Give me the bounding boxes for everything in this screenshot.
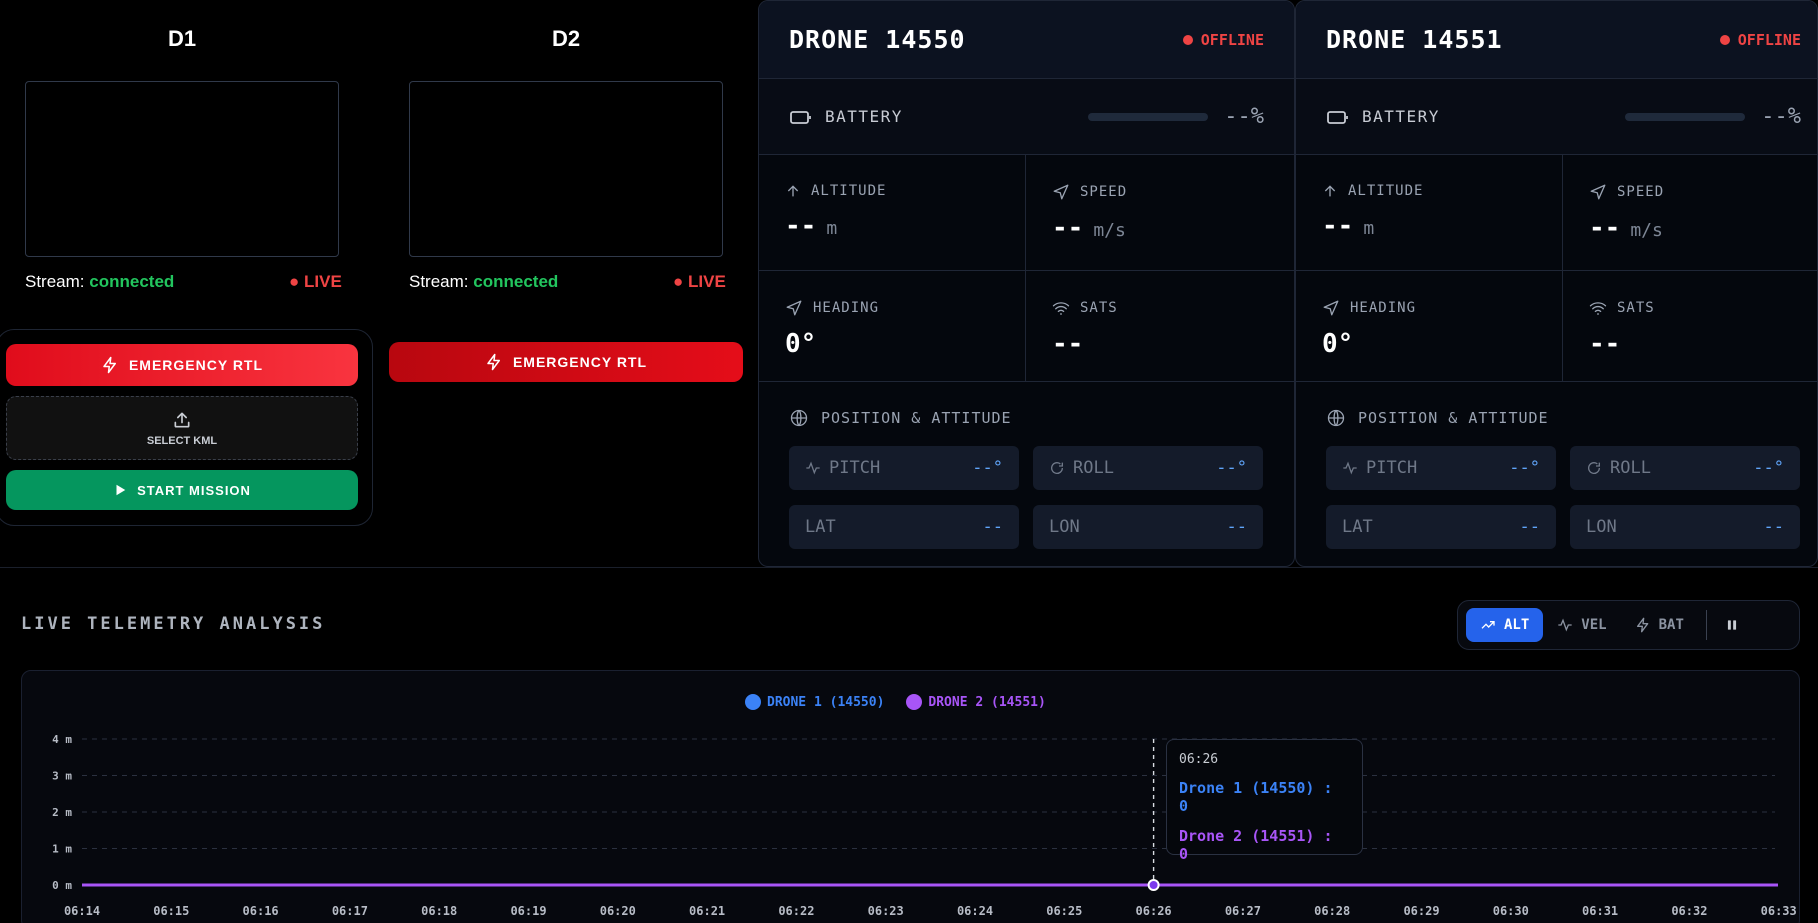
- play-icon: [116, 484, 126, 496]
- send-icon: [1590, 184, 1606, 200]
- lat-field: LAT --: [789, 505, 1019, 549]
- sats-value: --: [1052, 329, 1084, 359]
- lon-field: LON --: [1570, 505, 1800, 549]
- telemetry-title: LIVE TELEMETRY ANALYSIS: [21, 614, 326, 634]
- arrow-up-icon: [787, 185, 799, 197]
- pitch-field: PITCH --°: [1326, 446, 1556, 490]
- dashboard: D1 Stream: connected ● LIVE D2 Stream: c…: [0, 0, 1818, 923]
- stream-status-d1: Stream: connected: [25, 272, 175, 291]
- heading-value: 0°: [1322, 329, 1354, 359]
- battery-icon: [1327, 110, 1348, 124]
- wifi-icon: [1052, 302, 1070, 315]
- battery-value: --%: [1761, 104, 1801, 129]
- pause-button[interactable]: [1719, 608, 1745, 642]
- sats-value: --: [1589, 329, 1621, 359]
- status-badge: OFFLINE: [1182, 31, 1264, 49]
- drone-card-14551: DRONE 14551 OFFLINE BATTERY --% ALTITUDE…: [1295, 0, 1818, 567]
- live-indicator-d2: ● LIVE: [673, 272, 726, 291]
- pitch-field: PITCH --°: [789, 446, 1019, 490]
- altitude-value: --: [785, 211, 817, 241]
- start-mission-button[interactable]: START MISSION: [6, 470, 358, 510]
- trending-up-icon: [1481, 621, 1495, 629]
- wifi-icon: [1589, 302, 1607, 315]
- speed-value: --: [1589, 213, 1621, 243]
- chart-legend: DRONE 1 (14550) DRONE 2 (14551): [745, 694, 1046, 710]
- lightning-icon: [1636, 617, 1648, 633]
- live-indicator-d1: ● LIVE: [289, 272, 342, 291]
- globe-icon: [790, 409, 808, 427]
- rotate-icon: [1051, 462, 1064, 474]
- globe-icon: [1327, 409, 1345, 427]
- upload-icon: [174, 412, 190, 427]
- battery-label: BATTERY: [825, 107, 903, 126]
- camera-title-d1: D1: [167, 26, 197, 51]
- battery-bar: [1088, 112, 1209, 121]
- activity-icon: [1558, 618, 1572, 632]
- navigation-icon: [786, 300, 802, 316]
- heading-value: 0°: [785, 329, 817, 359]
- altitude-value: --: [1322, 211, 1354, 241]
- section-divider: [0, 567, 1818, 568]
- roll-field: ROLL --°: [1570, 446, 1800, 490]
- battery-label: BATTERY: [1362, 107, 1440, 126]
- speed-value: --: [1052, 213, 1084, 243]
- legend-item-drone1[interactable]: DRONE 1 (14550): [745, 694, 884, 710]
- battery-bar: [1625, 112, 1746, 121]
- arrow-up-icon: [1324, 185, 1336, 197]
- chart-tooltip: 06:26 Drone 1 (14550) : 0 Drone 2 (14551…: [1166, 739, 1363, 863]
- battery-value: --%: [1224, 104, 1264, 129]
- lat-field: LAT --: [1326, 505, 1556, 549]
- legend-item-drone2[interactable]: DRONE 2 (14551): [906, 694, 1046, 710]
- rotate-icon: [1588, 462, 1601, 474]
- emergency-rtl-button-d1[interactable]: EMERGENCY RTL: [6, 344, 358, 386]
- camera-feed-d1[interactable]: [25, 81, 339, 257]
- navigation-icon: [1323, 300, 1339, 316]
- status-badge: OFFLINE: [1719, 31, 1801, 49]
- tab-alt[interactable]: ALT: [1466, 608, 1544, 642]
- stream-status-d2: Stream: connected: [409, 272, 559, 291]
- activity-icon: [806, 461, 820, 475]
- tab-bat[interactable]: BAT: [1621, 608, 1698, 642]
- telemetry-tabs: ALT VEL BAT: [1457, 600, 1800, 650]
- camera-title-d2: D2: [551, 26, 581, 51]
- activity-icon: [1343, 461, 1357, 475]
- drone-name: DRONE 14550: [789, 25, 966, 54]
- select-kml-button[interactable]: SELECT KML: [6, 396, 358, 460]
- drone-card-14550: DRONE 14550 OFFLINE BATTERY --% ALTITUDE…: [758, 0, 1295, 567]
- emergency-rtl-button-d2[interactable]: EMERGENCY RTL: [389, 342, 743, 382]
- lightning-icon: [487, 353, 500, 371]
- lightning-icon: [103, 356, 116, 374]
- pause-icon: [1727, 620, 1736, 630]
- lon-field: LON --: [1033, 505, 1263, 549]
- battery-icon: [790, 110, 811, 124]
- tab-vel[interactable]: VEL: [1543, 608, 1620, 642]
- send-icon: [1053, 184, 1069, 200]
- drone-name: DRONE 14551: [1326, 25, 1503, 54]
- camera-feed-d2[interactable]: [409, 81, 723, 257]
- roll-field: ROLL --°: [1033, 446, 1263, 490]
